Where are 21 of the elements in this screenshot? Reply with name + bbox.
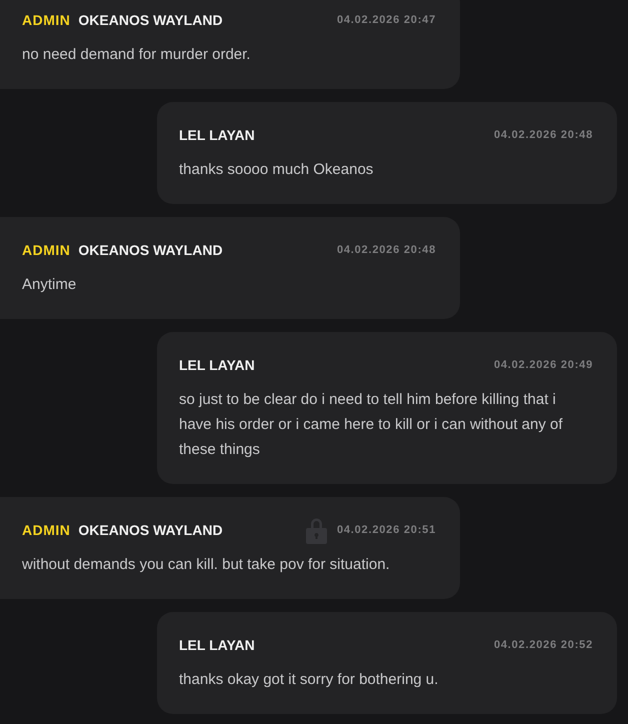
message-text: thanks soooo much Okeanos — [179, 160, 374, 180]
message-text: without demands you can kill. but take pov for situation. — [22, 555, 391, 575]
message-text: so just to be clear do i need to tell him before killing that i have his order or i came here to kill or i can without any of these things — [179, 390, 564, 460]
message-time: 04.02.2026 20:48 — [336, 243, 436, 257]
message-text: thanks okay got it sorry for bothering u. — [179, 670, 440, 690]
author-name: LEL LAYAN — [179, 636, 255, 654]
message-time: 04.02.2026 20:49 — [494, 358, 593, 372]
message-text: no need demand for murder order. — [22, 45, 252, 65]
author-name: OKEANOS WAYLAND — [78, 521, 223, 539]
author-name: OKEANOS WAYLAND — [78, 241, 223, 259]
author-name: LEL LAYAN — [179, 126, 255, 144]
message-time: 04.02.2026 20:51 — [336, 523, 436, 537]
role-label: ADMIN — [22, 11, 70, 29]
message-time: 04.02.2026 20:52 — [494, 638, 593, 652]
role-label: ADMIN — [22, 241, 70, 259]
role-label: ADMIN — [22, 521, 70, 539]
message-text: Anytime — [22, 275, 78, 295]
message-time: 04.02.2026 20:48 — [494, 128, 593, 142]
author-name: OKEANOS WAYLAND — [78, 11, 223, 29]
author-name: LEL LAYAN — [179, 356, 255, 374]
message-time: 04.02.2026 20:47 — [336, 13, 436, 27]
